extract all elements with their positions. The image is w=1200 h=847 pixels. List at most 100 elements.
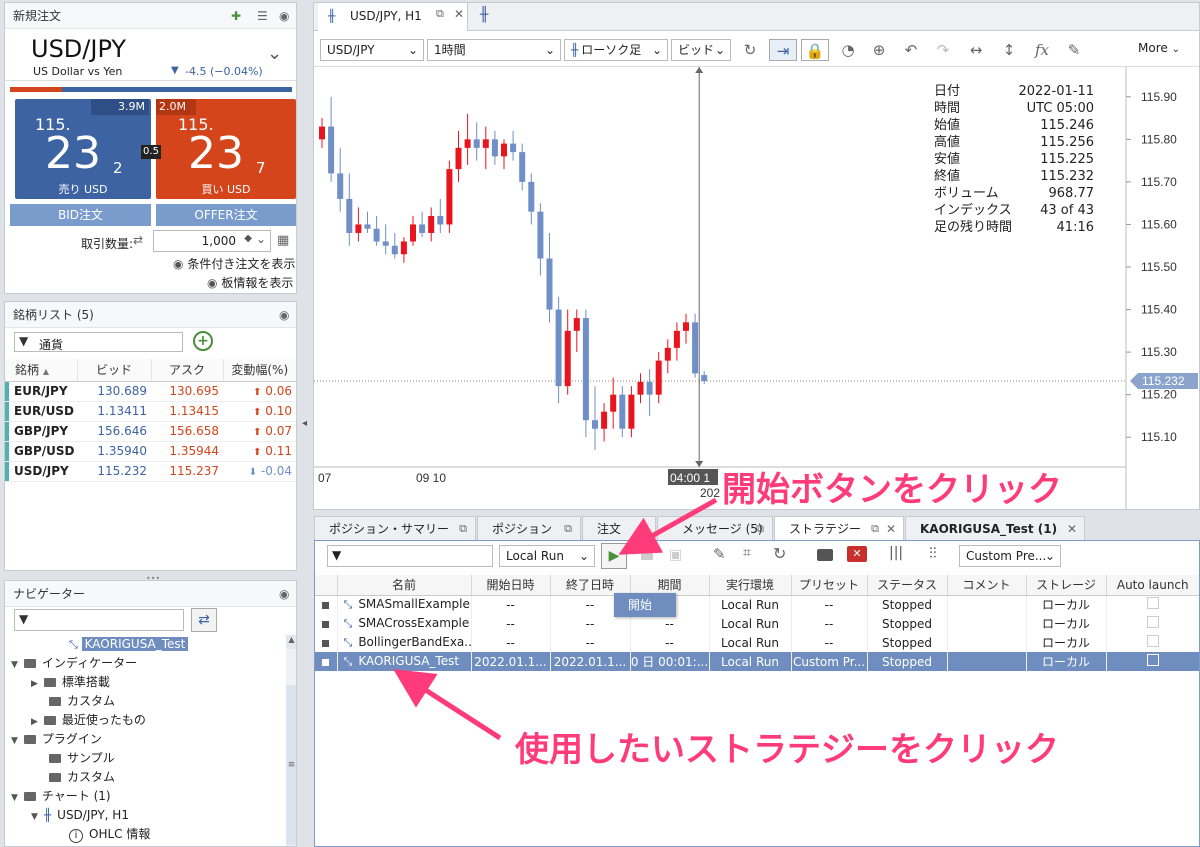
candle-body[interactable] [400,241,407,255]
candle-body[interactable] [428,215,435,233]
more-menu[interactable]: More ⌄ [1138,41,1180,55]
tree-item-custom[interactable]: カスタム [49,692,115,711]
candle-body[interactable] [328,126,335,174]
zoom-area-icon[interactable]: ⊕ [867,39,891,61]
edit-icon[interactable]: ✎ [713,545,726,563]
watchlist-filter-input[interactable]: ▼ 通貨 [14,332,183,352]
candle-body[interactable] [582,318,589,421]
price-type-select[interactable]: ビッド ⌄ [671,39,731,61]
bid-cell[interactable]: 1.13411 [77,401,151,422]
table-row[interactable]: GBP/USD 1.35940 1.35944 ⬆ 0.11 [5,441,296,462]
strategy-name-cell[interactable]: ⤡ KAORIGUSA_Test [337,652,472,671]
candle-body[interactable] [519,152,526,182]
qty-input[interactable]: 1,000 ◆ ⌄ [153,230,271,252]
candle-body[interactable] [491,139,498,157]
redo-icon[interactable]: ↷ [931,39,955,61]
col-auto-launch[interactable]: Auto launch [1106,575,1199,596]
candle-body[interactable] [337,173,344,199]
folder-icon[interactable] [817,549,833,561]
strategy-row[interactable]: ⤡ SMACrossExample -- -- -- Local Run -- Stopped… [315,614,1199,633]
bid-cell[interactable]: 115.232 [77,461,151,482]
eye-icon[interactable]: ◉ [279,581,289,607]
table-row[interactable]: GBP/JPY 156.646 156.658 ⬆ 0.07 [5,421,296,442]
candle-body[interactable] [455,147,462,170]
candle-body[interactable] [410,224,416,242]
menu-icon[interactable]: ☰ [257,3,268,29]
tree-item-recent[interactable]: ▶ 最近使ったもの [31,711,146,730]
candle-body[interactable] [655,360,662,395]
compile-icon[interactable]: ⌗ [743,545,751,561]
col-change[interactable]: 変動幅(%) [223,359,296,382]
tab-positions[interactable]: ポジション ⧉ [477,516,581,541]
col-duration[interactable]: 期間 [630,575,710,596]
tree-item-sample[interactable]: サンプル [49,749,115,768]
tab-position-summary[interactable]: ポジション・サマリー ⧉ [314,516,476,541]
vertical-line-icon[interactable]: ↕ [997,39,1021,61]
symbol-selector[interactable]: USD/JPY US Dollar vs Yen ▼ -4.5 (−0.04%)… [5,29,296,81]
candle-body[interactable] [510,143,517,153]
calculator-icon[interactable]: ▦ [277,233,289,248]
strategy-filter-input[interactable]: ▼ [327,545,493,567]
candle-body[interactable] [610,394,617,412]
candle-body[interactable] [391,245,398,255]
tree-item-charts[interactable]: ▼ チャート (1) [11,787,111,806]
chevron-down-icon[interactable]: ⌄ [267,43,282,64]
conditional-order-link[interactable]: ◉ 条件付き注文を表示 [173,255,295,272]
bid-cell[interactable]: 130.689 [77,381,151,402]
candle-body[interactable] [592,420,598,429]
tab-messages[interactable]: メッセージ (5) ⧉ [657,516,773,541]
ask-cell[interactable]: 130.695 [151,381,223,402]
strategy-name-cell[interactable]: ⤡ BollingerBandExa... [337,633,472,652]
candle-body[interactable] [346,198,353,233]
strategy-name-cell[interactable]: ⤡ SMACrossExample [337,614,472,633]
tree-item-ohlc[interactable]: i OHLC 情報 [69,825,150,844]
close-icon[interactable]: ✕ [454,7,464,21]
tab-kaorigusa-test[interactable]: KAORIGUSA_Test (1) ✕ [905,516,1085,541]
tree-item-kaorigusa[interactable]: ⤡ KAORIGUSA_Test [69,635,189,654]
candle-body[interactable] [573,318,580,331]
tree-item-plugin-custom[interactable]: カスタム [49,768,115,787]
eye-icon[interactable]: ◉ [279,3,289,29]
collapse-left-icon[interactable]: ◂ [302,418,307,429]
col-name[interactable]: 名前 [337,575,472,596]
bid-cell[interactable]: 1.35940 [77,441,151,462]
stepper-icon[interactable]: ◆ [244,233,252,244]
delete-icon[interactable]: ✕ [847,546,867,562]
auto-launch-checkbox[interactable] [1106,652,1199,671]
col-comment[interactable]: コメント [947,575,1027,596]
tree-item-usdjpy-chart[interactable]: ▼ ╫ USD/JPY, H1 [31,806,129,825]
candle-body[interactable] [692,322,699,374]
popout-icon[interactable]: ⧉ [436,7,444,21]
lock-icon[interactable]: 🔒 [801,39,829,61]
candle-body[interactable] [646,381,653,395]
col-ask[interactable]: アスク [151,359,224,382]
candle-body[interactable] [446,169,453,225]
new-chart-icon[interactable]: ╫ [480,7,488,23]
chevron-down-icon[interactable]: ⌄ [256,232,266,246]
candle-body[interactable] [564,330,571,387]
fx-icon[interactable]: fx [1030,39,1054,61]
bid-order-button[interactable]: BID注文 [10,204,151,226]
table-row[interactable]: EUR/JPY 130.689 130.695 ⬆ 0.06 [5,381,296,402]
navigator-filter-input[interactable]: ▼ [14,609,184,631]
chart-tab[interactable]: ╫ USD/JPY, H1 ⧉ ✕ [318,3,468,31]
auto-launch-checkbox[interactable] [1106,633,1199,652]
strategy-row[interactable]: ⤡SMASmallExample------Local Run--Stopped… [315,595,1199,614]
reload-icon[interactable]: ↻ [773,544,786,563]
swap-icon[interactable]: ⇄ [191,608,217,632]
chart-type-select[interactable]: ╫ ローソク足 ⌄ [564,39,668,61]
tab-orders[interactable]: 注文 ⧉ [582,516,656,541]
refresh-icon[interactable]: ↻ [738,39,762,61]
library-icon[interactable]: ||| [889,545,903,561]
col-status[interactable]: ステータス [867,575,948,596]
candle-body[interactable] [355,224,362,233]
swap-icon[interactable]: ⇄ [133,233,143,247]
candle-body[interactable] [637,381,644,395]
horizontal-line-icon[interactable]: ↔ [964,39,988,61]
tree-item-plugins[interactable]: ▼ プラグイン [11,730,102,749]
table-row[interactable]: EUR/USD 1.13411 1.13415 ⬆ 0.10 [5,401,296,422]
board-info-link[interactable]: ◉ 板情報を表示 [207,274,293,291]
candle-body[interactable] [382,241,389,246]
tree-item-standard[interactable]: ▶ 標準搭載 [31,673,110,692]
ask-cell[interactable]: 1.13415 [151,401,223,422]
